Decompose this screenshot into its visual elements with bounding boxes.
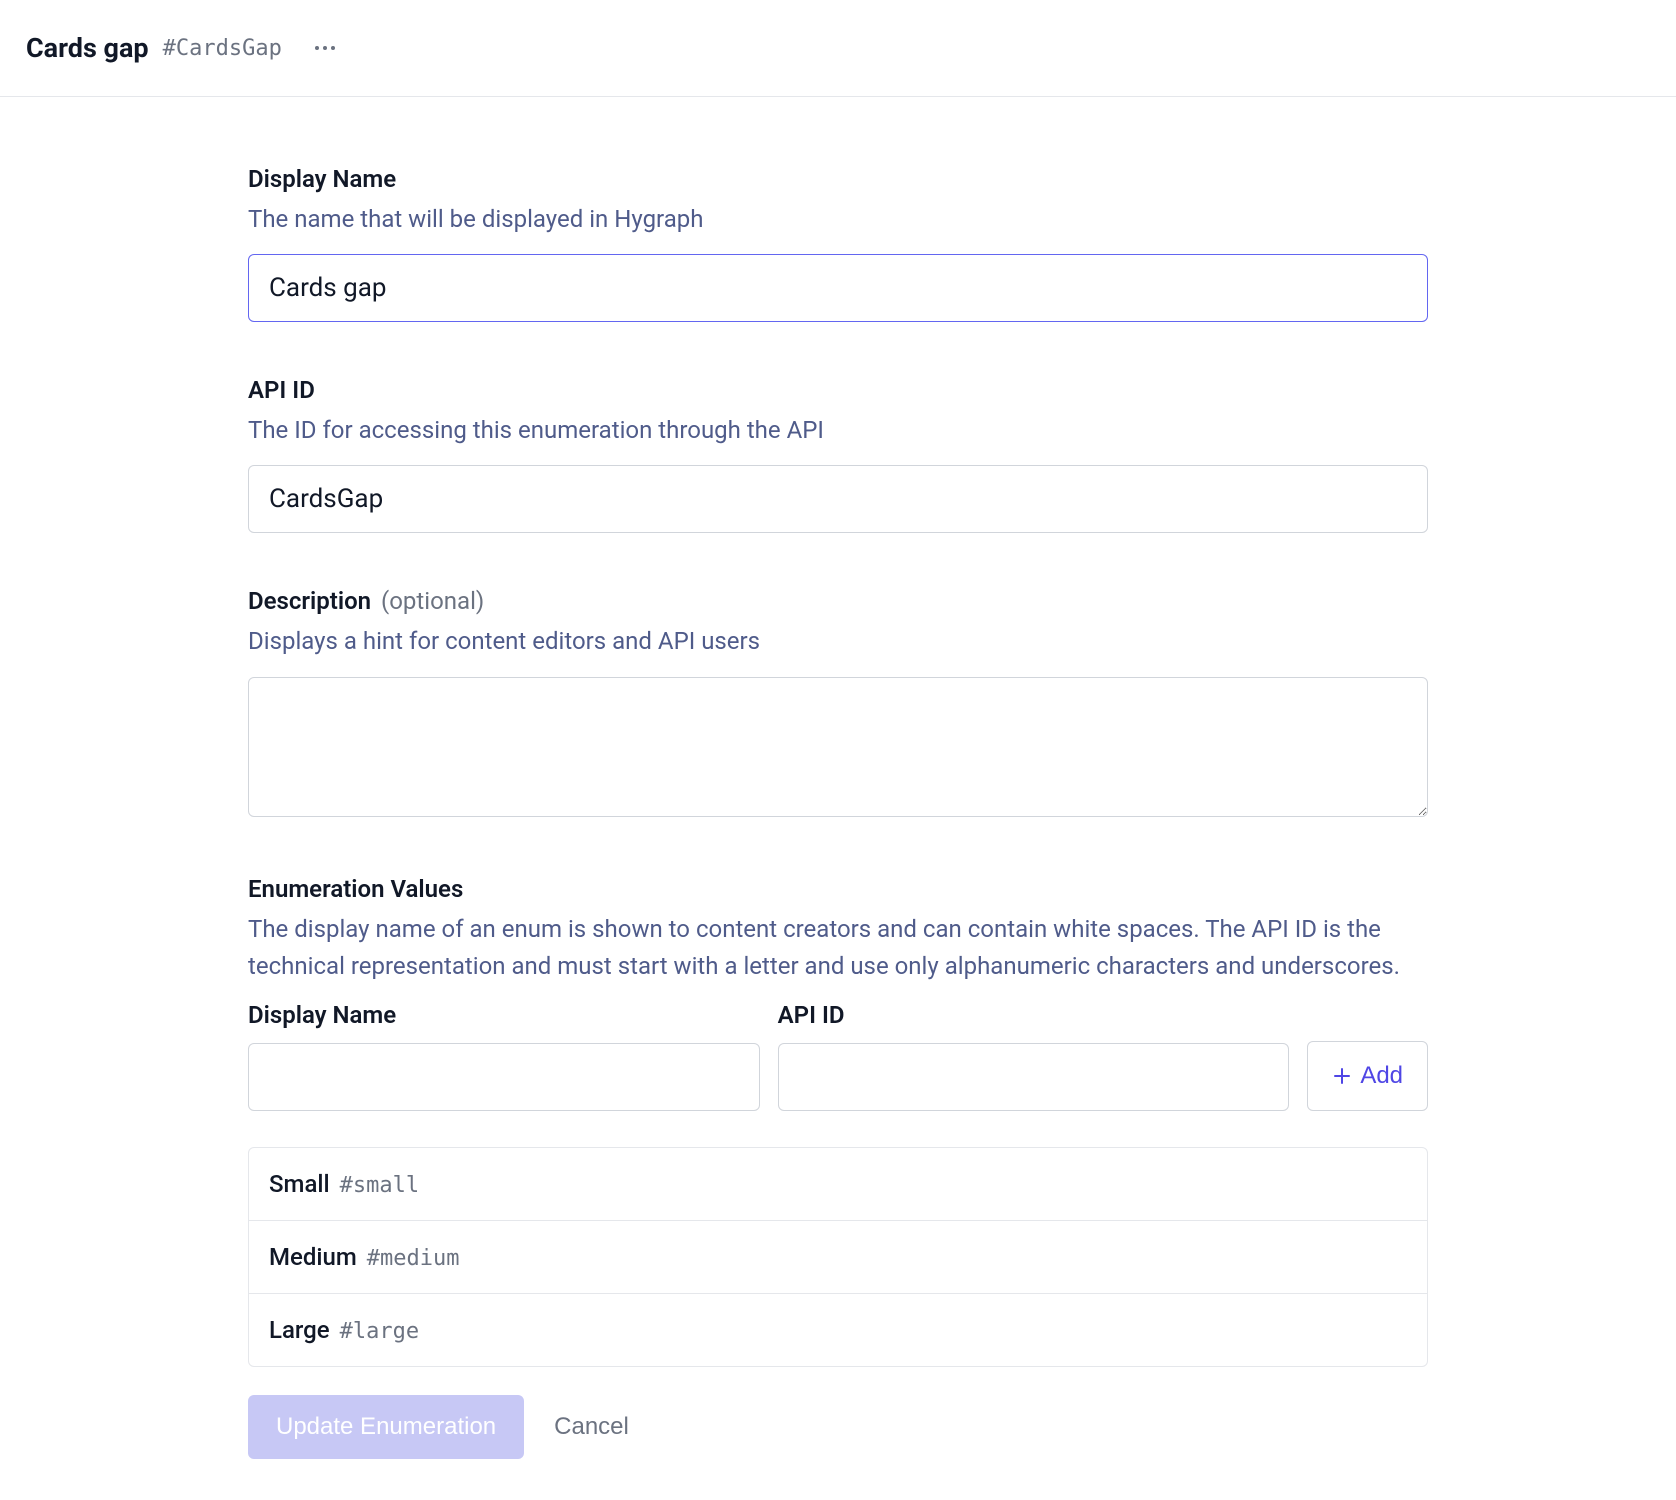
form-actions: Update Enumeration Cancel — [248, 1395, 1428, 1459]
enum-item[interactable]: Large #large — [249, 1294, 1427, 1366]
enum-item-name: Large — [269, 1316, 330, 1344]
form-content: Display Name The name that will be displ… — [248, 97, 1428, 1499]
api-id-hint: The ID for accessing this enumeration th… — [248, 412, 1428, 449]
more-menu-button[interactable] — [314, 44, 336, 52]
enum-values-hint: The display name of an enum is shown to … — [248, 911, 1428, 985]
field-api-id: API ID The ID for accessing this enumera… — [248, 376, 1428, 533]
enum-item[interactable]: Medium #medium — [249, 1221, 1427, 1294]
description-optional: (optional) — [381, 587, 484, 615]
display-name-input[interactable] — [248, 254, 1428, 322]
enum-item-name: Small — [269, 1170, 330, 1198]
page-tag: #CardsGap — [163, 36, 282, 61]
description-textarea[interactable] — [248, 677, 1428, 817]
page-header: Cards gap #CardsGap — [0, 0, 1676, 97]
enum-item-tag: #small — [340, 1173, 419, 1198]
display-name-hint: The name that will be displayed in Hygra… — [248, 201, 1428, 238]
page-title: Cards gap — [26, 32, 149, 64]
update-enumeration-button[interactable]: Update Enumeration — [248, 1395, 524, 1459]
add-enum-label: Add — [1360, 1062, 1403, 1090]
enum-item-tag: #large — [340, 1319, 419, 1344]
field-display-name: Display Name The name that will be displ… — [248, 165, 1428, 322]
enum-item[interactable]: Small #small — [249, 1148, 1427, 1221]
field-description: Description (optional) Displays a hint f… — [248, 587, 1428, 820]
add-enum-button[interactable]: Add — [1307, 1041, 1428, 1111]
api-id-input[interactable] — [248, 465, 1428, 533]
cancel-button[interactable]: Cancel — [554, 1413, 629, 1441]
display-name-label: Display Name — [248, 165, 396, 193]
enum-add-row: Display Name API ID Add — [248, 1001, 1428, 1111]
enum-values-label: Enumeration Values — [248, 875, 463, 903]
plus-icon — [1332, 1066, 1352, 1086]
description-hint: Displays a hint for content editors and … — [248, 623, 1428, 660]
enum-col-api-label: API ID — [778, 1001, 1290, 1029]
enum-display-input[interactable] — [248, 1043, 760, 1111]
dots-horizontal-icon — [314, 44, 336, 52]
description-label: Description — [248, 587, 371, 615]
enum-display-col: Display Name — [248, 1001, 760, 1111]
enum-item-tag: #medium — [367, 1246, 460, 1271]
enum-item-name: Medium — [269, 1243, 357, 1271]
enum-col-display-label: Display Name — [248, 1001, 760, 1029]
enum-api-col: API ID — [778, 1001, 1290, 1111]
enum-list: Small #small Medium #medium Large #large — [248, 1147, 1428, 1367]
enum-api-input[interactable] — [778, 1043, 1290, 1111]
field-enum-values: Enumeration Values The display name of a… — [248, 875, 1428, 1367]
api-id-label: API ID — [248, 376, 315, 404]
